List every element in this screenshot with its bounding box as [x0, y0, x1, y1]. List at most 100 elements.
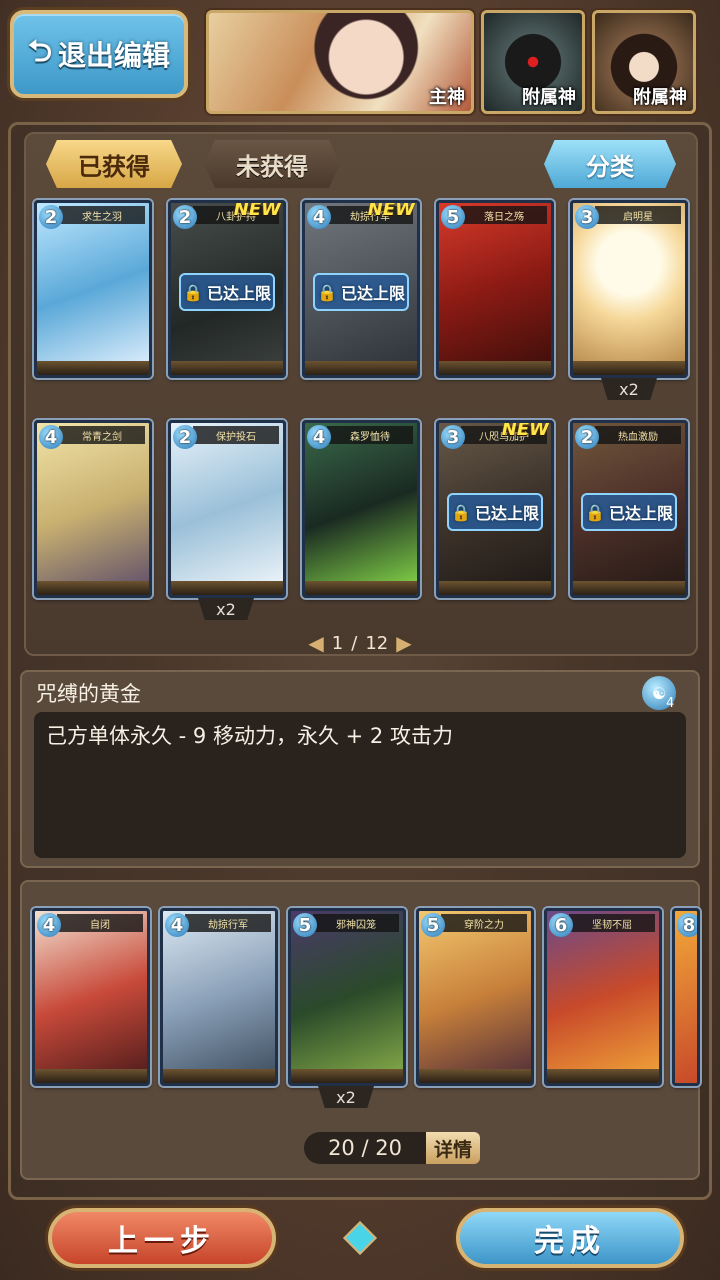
card-frame — [305, 581, 417, 595]
card-frame — [37, 361, 149, 375]
card-art — [37, 203, 149, 375]
new-badge: NEW — [367, 200, 415, 220]
collection-card[interactable]: 八咫乌加护 3 NEW 🔒 已达上限 — [436, 420, 554, 598]
card-cost: 2 — [575, 425, 599, 449]
card-cost: 6 — [549, 913, 573, 937]
next-page-icon[interactable]: ▶ — [396, 631, 411, 655]
category-button[interactable]: 分类 — [544, 140, 676, 188]
done-button[interactable]: 完成 — [456, 1208, 684, 1268]
card-frame — [163, 1069, 275, 1083]
lock-icon: 🔒 — [183, 282, 203, 302]
lock-icon: 🔒 — [317, 282, 337, 302]
card-frame — [439, 581, 551, 595]
card-count-badge: x2 — [601, 378, 657, 400]
total-pages: 12 — [365, 632, 389, 654]
card-cost: 3 — [575, 205, 599, 229]
collection-card[interactable]: 启明星 3 — [570, 200, 688, 378]
limit-reached-label: 已达上限 — [474, 504, 539, 523]
selected-card-cost: 4 — [666, 696, 675, 711]
limit-reached-label: 已达上限 — [608, 504, 673, 523]
deck-card[interactable]: 8 — [672, 908, 700, 1086]
card-frame — [419, 1069, 531, 1083]
card-frame — [547, 1069, 659, 1083]
card-art — [439, 203, 551, 375]
return-arrow-icon: ⮌ — [27, 33, 52, 69]
card-title: 坚韧不屈 — [569, 914, 655, 932]
card-title: 森罗恤待 — [327, 426, 413, 444]
exit-edit-label: 退出编辑 — [58, 39, 171, 72]
sub-god-portrait-2[interactable]: 附属神 — [592, 10, 696, 114]
card-frame — [171, 581, 283, 595]
exit-edit-button[interactable]: ⮌ 退出编辑 — [10, 10, 188, 98]
card-frame — [171, 361, 283, 375]
tab-owned[interactable]: 已获得 — [46, 140, 182, 188]
tab-unowned[interactable]: 未获得 — [204, 140, 340, 188]
card-art — [547, 911, 659, 1083]
selected-card-effect: 己方单体永久 - 9 移动力，永久 + 2 攻击力 — [46, 724, 453, 748]
card-frame — [37, 581, 149, 595]
card-frame — [35, 1069, 147, 1083]
card-count-badge: x2 — [318, 1086, 374, 1108]
main-god-label: 主神 — [429, 87, 465, 108]
card-cost: 5 — [421, 913, 445, 937]
previous-step-button[interactable]: 上一步 — [48, 1208, 276, 1268]
collection-card[interactable]: 劫掠行军 4 NEW 🔒 已达上限 — [302, 200, 420, 378]
card-cost: 4 — [37, 913, 61, 937]
card-frame — [291, 1069, 403, 1083]
limit-reached-label: 已达上限 — [206, 284, 271, 303]
deck-card[interactable]: 穿阶之力 5 — [416, 908, 534, 1086]
card-frame — [305, 361, 417, 375]
sub-god-label-2: 附属神 — [633, 87, 687, 108]
card-title: 热血激励 — [595, 426, 681, 444]
deck-card[interactable]: 劫掠行军 4 — [160, 908, 278, 1086]
card-title: 自闭 — [57, 914, 143, 932]
card-cost: 4 — [307, 205, 331, 229]
card-art — [419, 911, 531, 1083]
deck-card[interactable]: 坚韧不屈 6 — [544, 908, 662, 1086]
card-title: 常青之剑 — [59, 426, 145, 444]
card-art — [35, 911, 147, 1083]
card-title: 落日之殇 — [461, 206, 547, 224]
prev-page-icon[interactable]: ◀ — [308, 631, 323, 655]
card-title: 穿阶之力 — [441, 914, 527, 932]
collection-card[interactable]: 求生之羽 2 — [34, 200, 152, 378]
new-badge: NEW — [501, 420, 549, 440]
limit-reached-badge: 🔒 已达上限 — [179, 273, 275, 311]
collection-card[interactable]: 八卦护持 2 NEW 🔒 已达上限 — [168, 200, 286, 378]
deck-detail-button[interactable]: 详情 — [426, 1132, 480, 1164]
selected-card-name: 咒缚的黄金 — [36, 682, 141, 706]
card-title: 邪神囚笼 — [313, 914, 399, 932]
card-title: 保护投石 — [193, 426, 279, 444]
new-badge: NEW — [233, 200, 281, 220]
card-cost: 3 — [441, 425, 465, 449]
card-art — [171, 423, 283, 595]
collection-card[interactable]: 常青之剑 4 — [34, 420, 152, 598]
deck-card[interactable]: 自闭 4 — [32, 908, 150, 1086]
card-frame — [573, 361, 685, 375]
deck-card[interactable]: 邪神囚笼 5 — [288, 908, 406, 1086]
card-cost: 5 — [441, 205, 465, 229]
sub-god-label-1: 附属神 — [522, 87, 576, 108]
current-page: 1 — [331, 632, 344, 654]
card-cost: 4 — [39, 425, 63, 449]
card-art — [573, 203, 685, 375]
lock-icon: 🔒 — [585, 502, 605, 522]
collection-card[interactable]: 落日之殇 5 — [436, 200, 554, 378]
sub-god-portrait-1[interactable]: 附属神 — [481, 10, 585, 114]
card-count-badge: x2 — [198, 598, 254, 620]
limit-reached-badge: 🔒 已达上限 — [313, 273, 409, 311]
center-ornament-icon — [343, 1221, 377, 1255]
card-cost: 2 — [39, 205, 63, 229]
lock-icon: 🔒 — [451, 502, 471, 522]
main-god-portrait[interactable]: 主神 — [206, 10, 474, 114]
collection-card[interactable]: 保护投石 2 — [168, 420, 286, 598]
card-cost: 2 — [173, 425, 197, 449]
card-art — [37, 423, 149, 595]
card-cost: 4 — [307, 425, 331, 449]
card-art — [305, 423, 417, 595]
collection-card[interactable]: 森罗恤待 4 — [302, 420, 420, 598]
limit-reached-label: 已达上限 — [340, 284, 405, 303]
card-cost: 8 — [677, 913, 697, 937]
collection-card[interactable]: 热血激励 2 🔒 已达上限 — [570, 420, 688, 598]
card-cost: 4 — [165, 913, 189, 937]
